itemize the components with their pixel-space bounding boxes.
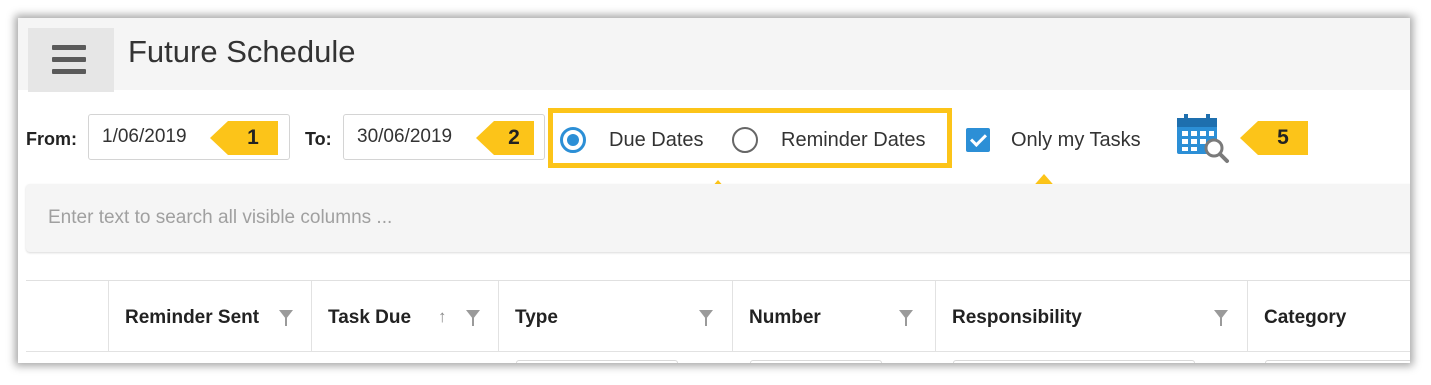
column-number[interactable]: Number [732, 281, 935, 351]
column-header-label: Number [749, 307, 821, 328]
filter-funnel-icon[interactable] [279, 310, 293, 326]
page-title: Future Schedule [128, 34, 356, 69]
grid-select-column[interactable] [26, 281, 108, 351]
column-header-label: Type [515, 307, 558, 328]
callout-2: 2 [476, 121, 534, 155]
reminder-dates-radio[interactable] [732, 127, 758, 153]
calendar-search-icon[interactable] [1174, 112, 1230, 164]
column-header-label: Category [1264, 307, 1347, 328]
data-grid: Reminder Sent Task Due ↑ Type Number Res… [26, 280, 1410, 363]
app-window: Future Schedule From: 1/06/2019 1 To: 30… [18, 18, 1410, 363]
filter-funnel-icon[interactable] [699, 310, 713, 326]
header-divider [26, 351, 1410, 352]
to-date-value: 30/06/2019 [357, 126, 453, 147]
column-header-label: Task Due [328, 307, 412, 328]
callout-1: 1 [210, 121, 278, 155]
due-dates-label[interactable]: Due Dates [609, 129, 704, 152]
column-category[interactable]: Category [1247, 281, 1410, 351]
from-date-value: 1/06/2019 [102, 126, 187, 147]
to-label: To: [305, 129, 332, 149]
callout-5: 5 [1240, 121, 1308, 155]
top-bar: Future Schedule [18, 18, 1410, 92]
column-type[interactable]: Type [498, 281, 732, 351]
responsibility-filter-input[interactable] [953, 360, 1195, 363]
type-filter-input[interactable] [516, 360, 678, 363]
due-dates-radio[interactable] [560, 127, 586, 153]
column-responsibility[interactable]: Responsibility [935, 281, 1247, 351]
column-reminder-sent[interactable]: Reminder Sent [108, 281, 311, 351]
reminder-dates-label[interactable]: Reminder Dates [781, 129, 926, 152]
number-filter-input[interactable] [750, 360, 882, 363]
column-header-label: Reminder Sent [125, 307, 260, 328]
filter-funnel-icon[interactable] [899, 310, 913, 326]
search-input[interactable] [46, 202, 950, 234]
column-header-label: Responsibility [952, 307, 1082, 328]
filter-funnel-icon[interactable] [466, 310, 480, 326]
hamburger-menu-icon[interactable] [28, 28, 114, 92]
search-bar [26, 184, 1410, 252]
sort-ascending-icon[interactable]: ↑ [438, 307, 447, 327]
only-my-tasks-checkbox[interactable] [966, 128, 990, 152]
only-my-tasks-label[interactable]: Only my Tasks [1011, 129, 1141, 152]
filter-funnel-icon[interactable] [1214, 310, 1228, 326]
category-filter-input[interactable] [1265, 360, 1410, 363]
from-label: From: [26, 129, 77, 149]
column-task-due[interactable]: Task Due ↑ [311, 281, 498, 351]
